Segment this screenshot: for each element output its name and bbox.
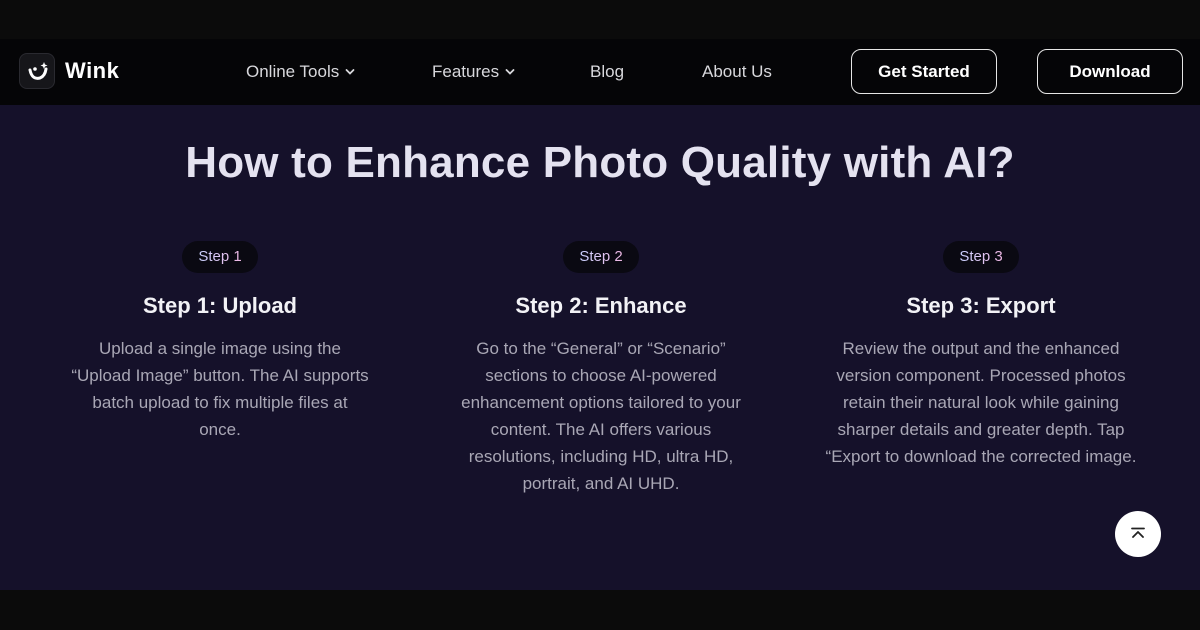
step-description: Go to the “General” or “Scenario” sectio…	[461, 339, 741, 493]
logo[interactable]: Wink	[19, 53, 119, 89]
step-card: Step 1 Step 1: Upload Upload a single im…	[60, 241, 380, 443]
step-card: Step 3 Step 3: Export Review the output …	[821, 241, 1141, 470]
top-strip	[0, 0, 1200, 39]
nav-about-us[interactable]: About Us	[702, 39, 772, 105]
step-description: Upload a single image using the “Upload …	[71, 339, 369, 439]
bottom-strip	[0, 590, 1200, 630]
nav-label: Features	[432, 62, 500, 81]
chevron-down-icon	[505, 69, 515, 75]
download-button[interactable]: Download	[1037, 49, 1183, 94]
step-title: Step 2: Enhance	[515, 293, 687, 318]
step-title: Step 3: Export	[906, 293, 1056, 318]
nav-label: Online Tools	[246, 62, 340, 81]
get-started-button[interactable]: Get Started	[851, 49, 997, 94]
arrow-up-to-top-icon	[1131, 527, 1145, 538]
wink-logo-icon	[19, 53, 55, 89]
page-title: How to Enhance Photo Quality with AI?	[185, 138, 1015, 187]
navbar: Wink Online Tools Features Blog About Us…	[0, 39, 1200, 105]
step-badge: Step 2	[563, 241, 639, 273]
nav-label: About Us	[702, 62, 772, 81]
step-description: Review the output and the enhanced versi…	[825, 339, 1137, 466]
step-badge: Step 1	[182, 241, 258, 273]
step-badge: Step 3	[943, 241, 1019, 273]
step-title: Step 1: Upload	[142, 293, 297, 318]
step-card: Step 2 Step 2: Enhance Go to the “Genera…	[441, 241, 761, 497]
how-to-section: How to Enhance Photo Quality with AI? St…	[0, 105, 1200, 590]
nav-blog[interactable]: Blog	[590, 39, 624, 105]
logo-text: Wink	[65, 58, 120, 83]
nav-online-tools[interactable]: Online Tools	[246, 39, 355, 105]
scroll-to-top-button[interactable]	[1115, 511, 1161, 557]
nav-features[interactable]: Features	[432, 39, 515, 105]
chevron-down-icon	[345, 69, 355, 75]
nav-label: Blog	[590, 62, 625, 81]
